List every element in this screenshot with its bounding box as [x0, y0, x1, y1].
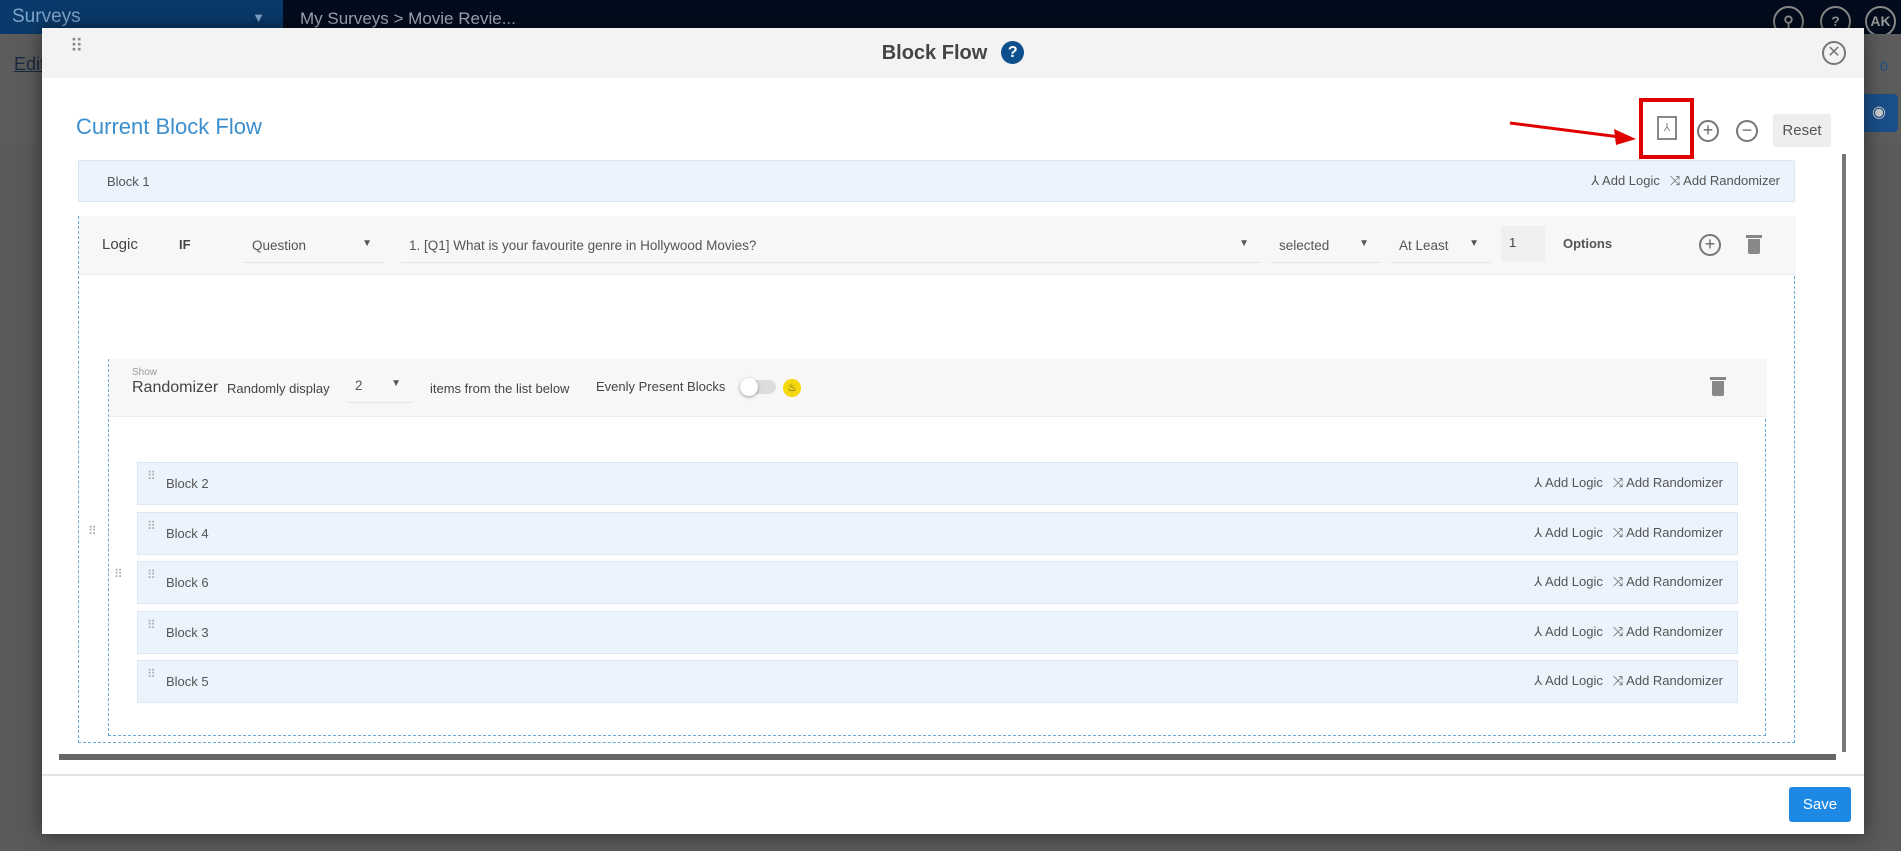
add-randomizer-link[interactable]: ⤨ Add Randomizer: [1613, 525, 1723, 540]
add-randomizer-link[interactable]: ⤨ Add Randomizer: [1613, 475, 1723, 490]
add-randomizer-link[interactable]: ⤨ Add Randomizer: [1613, 574, 1723, 589]
zoom-out-icon[interactable]: −: [1736, 120, 1758, 142]
block-name: Block 5: [166, 674, 209, 689]
add-logic-link[interactable]: ⅄ Add Logic: [1534, 525, 1603, 540]
breadcrumb[interactable]: My Surveys > Movie Revie...: [300, 9, 516, 29]
count-input[interactable]: 1: [1501, 226, 1545, 261]
zoom-in-icon[interactable]: +: [1697, 120, 1719, 142]
drag-handle-icon[interactable]: ⠿: [114, 568, 123, 580]
vertical-scrollbar[interactable]: [1842, 154, 1846, 752]
logic-label: Logic: [102, 236, 138, 253]
delete-randomizer-icon[interactable]: [1710, 377, 1726, 396]
add-logic-link[interactable]: ⅄ Add Logic: [1591, 173, 1660, 188]
add-randomizer-link[interactable]: ⤨ Add Randomizer: [1613, 624, 1723, 639]
block-name: Block 3: [166, 624, 209, 640]
block-name: Block 6: [166, 575, 209, 590]
block-row[interactable]: ⠿ Block 5 ⅄ Add Logic ⤨ Add Randomizer: [137, 660, 1738, 703]
add-logic-link[interactable]: ⅄ Add Logic: [1534, 673, 1603, 688]
randomizer-panel: Show Randomizer Randomly display 2 ▼ item…: [108, 359, 1767, 736]
if-label: IF: [179, 237, 191, 252]
block-name: Block 2: [166, 476, 209, 491]
modal-title: Block Flow: [881, 42, 988, 64]
add-logic-link[interactable]: ⅄ Add Logic: [1534, 624, 1603, 639]
block-name: Block 1: [107, 174, 150, 189]
block-name: Block 4: [166, 525, 209, 541]
block-row[interactable]: Block 1 ⅄ Add Logic ⤨ Add Randomizer: [78, 160, 1795, 202]
block-row[interactable]: ⠿ Block 3 ⅄ Add Logic ⤨ Add Randomizer: [137, 610, 1738, 654]
drag-handle-icon[interactable]: ⠿: [147, 520, 156, 532]
close-icon[interactable]: ✕: [1822, 41, 1846, 65]
pdf-export-icon[interactable]: ⅄: [1657, 116, 1677, 140]
add-randomizer-link[interactable]: ⤨ Add Randomizer: [1670, 173, 1780, 188]
display-count-select[interactable]: 2 ▼: [347, 369, 413, 403]
logic-header: Logic IF Question ▼ 1. [Q1] What is your …: [79, 216, 1796, 275]
drag-handle-icon[interactable]: ⠿: [88, 525, 97, 537]
block-row[interactable]: ⠿ Block 6 ⅄ Add Logic ⤨ Add Randomizer: [137, 561, 1738, 604]
section-title: Current Block Flow: [76, 114, 262, 139]
drag-handle-icon[interactable]: ⠿: [147, 619, 156, 631]
modal-header: ⠿ Block Flow? ✕: [42, 28, 1864, 78]
horizontal-scrollbar[interactable]: [59, 754, 1836, 760]
block-row[interactable]: ⠿ Block 2 ⅄ Add Logic ⤨ Add Randomizer: [137, 462, 1738, 505]
type-select[interactable]: Question ▼: [244, 229, 384, 263]
add-condition-icon[interactable]: +: [1699, 234, 1721, 256]
save-button[interactable]: Save: [1789, 787, 1851, 822]
drag-handle-icon[interactable]: ⠿: [147, 470, 156, 482]
randomizer-header: Show Randomizer Randomly display 2 ▼ item…: [109, 359, 1767, 417]
evenly-label: Evenly Present Blocks: [596, 379, 726, 394]
evenly-present-toggle[interactable]: [740, 378, 776, 396]
divider: [42, 774, 1864, 776]
question-select[interactable]: 1. [Q1] What is your favourite genre in …: [401, 229, 1261, 263]
add-logic-link[interactable]: ⅄ Add Logic: [1534, 574, 1603, 589]
block-row[interactable]: ⠿ Block 4 ⅄ Add Logic ⤨ Add Randomizer: [137, 511, 1738, 555]
brand-label: Surveys: [12, 6, 81, 27]
drag-handle-icon[interactable]: ⠿: [147, 668, 156, 680]
reset-button[interactable]: Reset: [1773, 114, 1831, 147]
items-text: items from the list below: [430, 381, 570, 396]
logic-panel: Logic IF Question ▼ 1. [Q1] What is your …: [78, 216, 1796, 743]
counter: 0: [1880, 58, 1888, 74]
quantifier-select[interactable]: At Least ▼: [1391, 229, 1491, 263]
highlight-box: ⅄: [1639, 98, 1694, 159]
drag-handle-icon[interactable]: ⠿: [147, 569, 156, 581]
lightbulb-icon[interactable]: ♨: [783, 379, 801, 397]
randomly-display-label: Randomly display: [227, 381, 330, 396]
edit-tab[interactable]: Edit: [14, 54, 45, 75]
delete-logic-icon[interactable]: [1746, 235, 1762, 254]
show-label: Show: [132, 367, 158, 378]
annotation-arrow: [1509, 121, 1636, 145]
help-icon[interactable]: ?: [1001, 41, 1025, 64]
options-label[interactable]: Options: [1563, 236, 1612, 251]
user-avatar[interactable]: AK: [1865, 6, 1896, 37]
randomizer-label: Randomizer: [132, 379, 219, 396]
condition-select[interactable]: selected ▼: [1271, 229, 1381, 263]
caret-down-icon: ▼: [252, 10, 265, 25]
block-flow-modal: ⠿ Block Flow? ✕ Current Block Flow ⅄ + −…: [42, 28, 1864, 834]
add-randomizer-link[interactable]: ⤨ Add Randomizer: [1613, 673, 1723, 688]
preview-eye-icon[interactable]: ◉: [1860, 94, 1898, 132]
add-logic-link[interactable]: ⅄ Add Logic: [1534, 475, 1603, 490]
